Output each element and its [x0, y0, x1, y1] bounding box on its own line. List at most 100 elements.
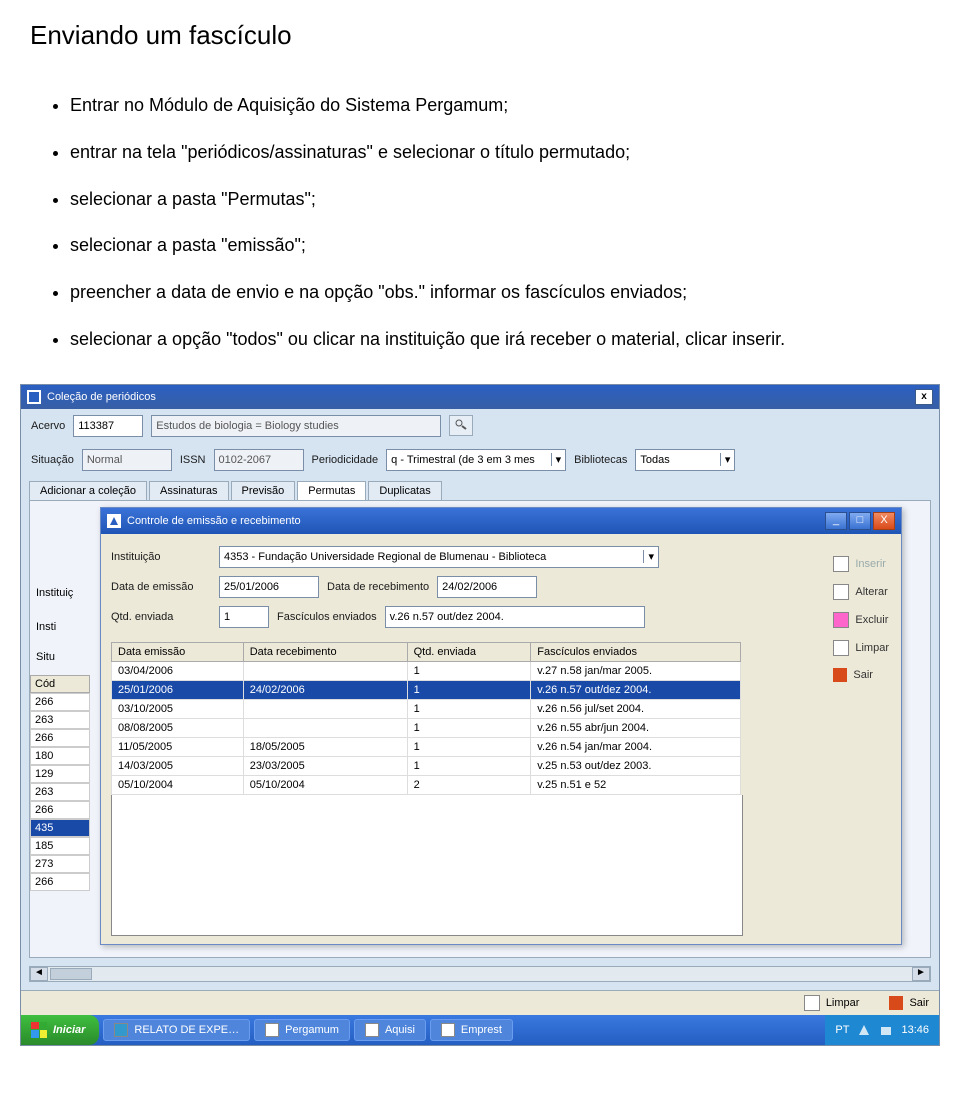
- qtd-enviada-label: Qtd. enviada: [111, 611, 211, 623]
- minimize-button[interactable]: _: [825, 512, 847, 530]
- clear-icon: [804, 995, 820, 1011]
- tab-content-permutas: Instituiç Insti Situ Cód 266 263 266 180…: [29, 500, 931, 958]
- app-icon: [365, 1023, 379, 1037]
- tray-icon[interactable]: [879, 1023, 893, 1037]
- alterar-button[interactable]: Alterar: [833, 584, 889, 600]
- list-item[interactable]: 263: [30, 783, 90, 801]
- clock[interactable]: 13:46: [901, 1024, 929, 1036]
- table-cell: 24/02/2006: [243, 680, 407, 699]
- list-item-selected[interactable]: 435: [30, 819, 90, 837]
- task-aquisi[interactable]: Aquisi: [354, 1019, 426, 1041]
- left-partial-column: Instituiç Insti Situ Cód 266 263 266 180…: [30, 585, 90, 891]
- table-row[interactable]: 14/03/200523/03/20051v.25 n.53 out/dez 2…: [112, 756, 741, 775]
- issn-input: 0102-2067: [214, 449, 304, 471]
- tab-adicionar[interactable]: Adicionar a coleção: [29, 481, 147, 500]
- table-cell: v.26 n.55 abr/jun 2004.: [531, 718, 741, 737]
- table-cell: v.26 n.57 out/dez 2004.: [531, 680, 741, 699]
- instituicao-select[interactable]: 4353 - Fundação Universidade Regional de…: [219, 546, 659, 568]
- table-cell: [243, 661, 407, 680]
- list-item[interactable]: 266: [30, 873, 90, 891]
- excluir-button[interactable]: Excluir: [833, 612, 889, 628]
- task-pergamum[interactable]: Pergamum: [254, 1019, 350, 1041]
- delete-icon: [833, 612, 849, 628]
- table-cell: 25/01/2006: [112, 680, 244, 699]
- horizontal-scrollbar[interactable]: ◄ ►: [29, 966, 931, 982]
- status-sair-button[interactable]: Sair: [889, 995, 929, 1011]
- data-recebimento-input[interactable]: 24/02/2006: [437, 576, 537, 598]
- dialog-titlebar[interactable]: Controle de emissão e recebimento _ □ X: [101, 508, 901, 534]
- table-cell: 03/04/2006: [112, 661, 244, 680]
- table-row[interactable]: 03/10/20051v.26 n.56 jul/set 2004.: [112, 699, 741, 718]
- tab-assinaturas[interactable]: Assinaturas: [149, 481, 228, 500]
- system-tray[interactable]: PT 13:46: [825, 1015, 939, 1045]
- limpar-button[interactable]: Limpar: [833, 640, 889, 656]
- task-emprest[interactable]: Emprest: [430, 1019, 513, 1041]
- instituicao-label: Instituição: [111, 551, 211, 563]
- tab-previsao[interactable]: Previsão: [231, 481, 296, 500]
- table-cell: 18/05/2005: [243, 737, 407, 756]
- list-item[interactable]: 129: [30, 765, 90, 783]
- col-data-recebimento[interactable]: Data recebimento: [243, 642, 407, 661]
- instituicao-label-partial: Instituiç: [30, 585, 90, 601]
- list-item[interactable]: 180: [30, 747, 90, 765]
- table-cell: 05/10/2004: [112, 775, 244, 794]
- list-item[interactable]: 273: [30, 855, 90, 873]
- fasciculos-label: Fascículos enviados: [277, 611, 377, 623]
- lookup-button[interactable]: [449, 415, 473, 436]
- table-cell: 08/08/2005: [112, 718, 244, 737]
- table-row[interactable]: 03/04/2006 1v.27 n.58 jan/mar 2005.: [112, 661, 741, 680]
- task-relato[interactable]: RELATO DE EXPE…: [103, 1019, 250, 1041]
- table-cell: v.26 n.54 jan/mar 2004.: [531, 737, 741, 756]
- table-cell: 1: [407, 737, 531, 756]
- situacao-input: Normal: [82, 449, 172, 471]
- table-cell: 1: [407, 661, 531, 680]
- scroll-thumb[interactable]: [50, 968, 92, 980]
- tab-duplicatas[interactable]: Duplicatas: [368, 481, 441, 500]
- exit-icon: [889, 996, 903, 1010]
- search-icon: [454, 421, 468, 433]
- qtd-enviada-input[interactable]: 1: [219, 606, 269, 628]
- periodicidade-select[interactable]: q - Trimestral (de 3 em 3 mes▾: [386, 449, 566, 471]
- windows-logo-icon: [31, 1022, 47, 1038]
- start-button[interactable]: Iniciar: [21, 1015, 99, 1045]
- fasciculos-input[interactable]: v.26 n.57 out/dez 2004.: [385, 606, 645, 628]
- language-indicator[interactable]: PT: [835, 1024, 849, 1036]
- close-button[interactable]: x: [915, 389, 933, 405]
- bibliotecas-label: Bibliotecas: [574, 454, 627, 466]
- acervo-input[interactable]: 113387: [73, 415, 143, 437]
- exit-icon: [833, 668, 847, 682]
- close-button[interactable]: X: [873, 512, 895, 530]
- scroll-right-button[interactable]: ►: [912, 967, 930, 981]
- dialog-title: Controle de emissão e recebimento: [127, 515, 301, 527]
- maximize-button[interactable]: □: [849, 512, 871, 530]
- bullet-item: selecionar a opção "todos" ou clicar na …: [70, 325, 940, 354]
- list-item[interactable]: 185: [30, 837, 90, 855]
- table-row[interactable]: 11/05/200518/05/20051v.26 n.54 jan/mar 2…: [112, 737, 741, 756]
- col-fasciculos[interactable]: Fascículos enviados: [531, 642, 741, 661]
- list-item[interactable]: 266: [30, 801, 90, 819]
- table-empty-area: [111, 795, 743, 936]
- status-limpar-button[interactable]: Limpar: [804, 995, 860, 1011]
- table-row[interactable]: 08/08/20051v.26 n.55 abr/jun 2004.: [112, 718, 741, 737]
- app-icon: [27, 390, 41, 404]
- table-cell: v.27 n.58 jan/mar 2005.: [531, 661, 741, 680]
- screenshot-window: Coleção de periódicos x Acervo 113387 Es…: [20, 384, 940, 1046]
- table-cell: v.26 n.56 jul/set 2004.: [531, 699, 741, 718]
- tray-icon[interactable]: [857, 1023, 871, 1037]
- table-cell: 2: [407, 775, 531, 794]
- scroll-left-button[interactable]: ◄: [30, 967, 48, 981]
- list-item[interactable]: 266: [30, 693, 90, 711]
- data-emissao-input[interactable]: 25/01/2006: [219, 576, 319, 598]
- table-row[interactable]: 05/10/200405/10/20042v.25 n.51 e 52: [112, 775, 741, 794]
- list-item[interactable]: 263: [30, 711, 90, 729]
- table-row[interactable]: 25/01/200624/02/20061v.26 n.57 out/dez 2…: [112, 680, 741, 699]
- app-icon: [265, 1023, 279, 1037]
- list-item[interactable]: 266: [30, 729, 90, 747]
- col-data-emissao[interactable]: Data emissão: [112, 642, 244, 661]
- col-qtd-enviada[interactable]: Qtd. enviada: [407, 642, 531, 661]
- table-cell: 03/10/2005: [112, 699, 244, 718]
- tab-permutas[interactable]: Permutas: [297, 481, 366, 500]
- sair-button[interactable]: Sair: [833, 668, 889, 682]
- titulo-input: Estudos de biologia = Biology studies: [151, 415, 441, 437]
- bibliotecas-select[interactable]: Todas▾: [635, 449, 735, 471]
